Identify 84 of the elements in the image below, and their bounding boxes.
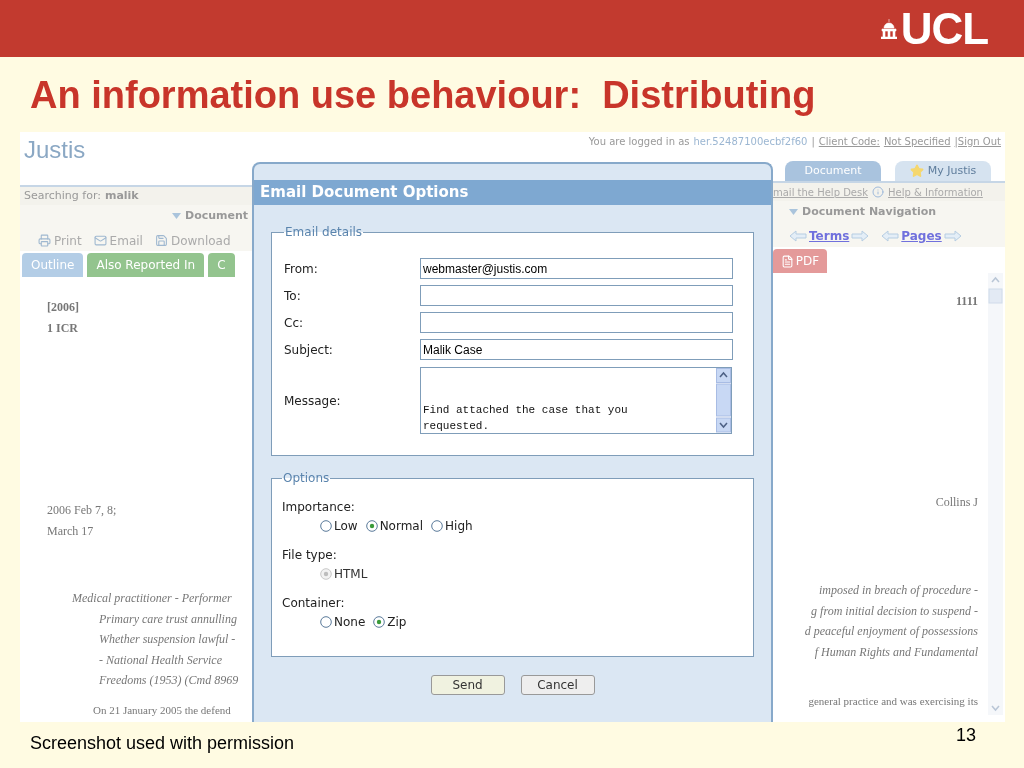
catchword-line: Freedoms (1953) (Cmd 8969 — [98, 672, 240, 689]
site-logo[interactable]: Justis — [24, 138, 86, 162]
dialog-button[interactable]: Send — [430, 675, 505, 695]
dialog-title: Email Document Options — [260, 182, 469, 204]
toolbar-button[interactable]: Print — [38, 231, 82, 250]
slide-title: An information use behaviour: Distributing — [29, 73, 817, 118]
paragraph-text: general practice and was exercising its — [808, 694, 978, 709]
slide-footer: Screenshot used with permission — [30, 730, 295, 757]
date-text: March 17 — [47, 523, 95, 540]
option-label: File type: — [282, 547, 338, 563]
input-field[interactable] — [420, 312, 733, 333]
field-label: Message: — [284, 392, 342, 410]
paragraph-text: On 21 January 2005 the defend — [92, 702, 232, 718]
catchword-line: f Human Rights and Fundamental — [814, 643, 978, 661]
input-field[interactable]: webmaster@justis.com — [420, 258, 733, 279]
search-label: Searching for: — [24, 187, 101, 204]
navigation-heading: Document Navigation — [802, 204, 937, 220]
view-tab[interactable]: Also Reported In — [87, 253, 205, 277]
field-label: To: — [284, 287, 302, 305]
toolbar-button[interactable]: Download — [154, 231, 231, 250]
login-text: You are logged in as — [588, 135, 690, 149]
field-label: From: — [284, 260, 319, 278]
logo-text: UCL — [900, 6, 988, 51]
date-text: 2006 Feb 7, 8; — [47, 502, 118, 519]
client-code-link[interactable]: Not Specified — [883, 134, 951, 149]
scrollbar[interactable] — [988, 273, 1003, 715]
radio-label: Low — [334, 518, 358, 534]
input-field[interactable]: Malik Case — [420, 339, 733, 360]
view-tab[interactable]: C — [208, 253, 235, 277]
citation-text: [2006] — [47, 299, 80, 316]
user-link[interactable]: her.52487100ecbf2f60 — [693, 134, 808, 149]
radio-button[interactable] — [431, 520, 444, 532]
caret-icon — [172, 213, 181, 220]
citation-text: 1 ICR — [47, 320, 79, 337]
radio-button[interactable] — [320, 520, 332, 532]
field-label: Cc: — [284, 314, 305, 332]
envelope-icon — [93, 234, 107, 247]
client-code-link[interactable]: Client Code: — [818, 134, 880, 149]
toolbar-button[interactable]: Email — [93, 231, 143, 250]
catchword-line: d peaceful enjoyment of possessions — [804, 623, 978, 640]
radio-label: Zip — [387, 614, 407, 630]
separator: | — [811, 135, 815, 149]
catchword-line: Whether suspension lawful - — [98, 631, 237, 648]
option-label: Container: — [282, 595, 346, 611]
info-icon — [872, 186, 885, 198]
help-link[interactable]: mail the Help Desk — [773, 184, 869, 200]
panel-legend: Email details — [284, 223, 364, 241]
catchword-line: Primary care trust annulling — [98, 610, 238, 628]
star-icon — [909, 164, 924, 178]
catchword-line: g from initial decision to suspend - — [811, 602, 978, 620]
radio-label: HTML — [334, 566, 368, 582]
help-link[interactable]: Help & Information — [888, 184, 983, 200]
pdf-tab[interactable]: PDF — [773, 249, 827, 273]
caret-icon — [789, 209, 798, 216]
radio-button[interactable] — [365, 520, 378, 532]
catchword-line: - National Health Service — [98, 651, 223, 669]
navigation-link[interactable]: Pages — [901, 226, 942, 245]
nav-tab[interactable]: My Justis — [895, 161, 991, 181]
scrollbar[interactable] — [716, 368, 731, 433]
radio-label: None — [334, 614, 366, 630]
printer-icon — [38, 234, 51, 247]
radio-button[interactable] — [373, 616, 386, 628]
dialog-button[interactable]: Cancel — [520, 675, 595, 695]
section-heading: Document — [185, 208, 249, 224]
nav-tab[interactable]: Document — [785, 161, 881, 181]
sign-out-link[interactable]: |Sign Out — [954, 134, 1001, 149]
radio-button[interactable] — [320, 616, 332, 628]
slide-number: 13 — [955, 724, 977, 747]
page-number-text: 1111 — [956, 293, 978, 310]
catchword-line: imposed in breach of procedure - — [819, 582, 978, 599]
radio-label: High — [445, 518, 473, 534]
view-tab[interactable]: Outline — [22, 253, 84, 277]
field-label: Subject: — [284, 341, 334, 359]
input-field[interactable] — [420, 285, 733, 306]
panel-legend: Options — [282, 469, 331, 487]
radio-label: Normal — [379, 518, 424, 534]
message-field[interactable]: Find attached the case that you requested. — [420, 367, 732, 434]
navigation-link[interactable]: Terms — [809, 226, 850, 245]
judge-text: Collins J — [935, 494, 978, 511]
document-icon — [780, 254, 794, 268]
option-label: Importance: — [282, 499, 356, 515]
building-icon — [880, 18, 897, 39]
catchword-line: Medical practitioner - Performer — [71, 590, 233, 607]
search-term: malik — [104, 187, 139, 204]
